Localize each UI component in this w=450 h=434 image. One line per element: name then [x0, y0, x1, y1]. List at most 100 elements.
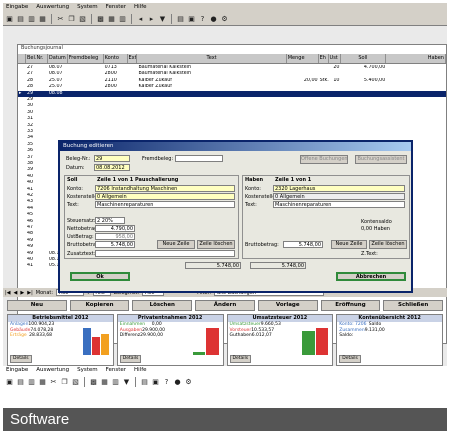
settings-icon[interactable]: ⚙	[184, 378, 193, 387]
globe-icon[interactable]: ●	[173, 378, 182, 387]
menu-fenster[interactable]: Fenster	[106, 4, 126, 11]
menu-hilfe[interactable]: Hilfe	[134, 4, 147, 11]
template-button[interactable]: Vorlage	[257, 300, 318, 311]
help-icon[interactable]: ?	[198, 14, 207, 23]
table-row[interactable]: ▸ 29 08.08	[18, 90, 446, 97]
nav-prev-icon[interactable]: ◀	[14, 290, 18, 296]
col-datum[interactable]: Datum	[48, 54, 68, 63]
menu-eingabe[interactable]: Eingabe	[6, 367, 28, 374]
col-belnr[interactable]: Bel.Nr.	[26, 54, 48, 63]
copy-icon[interactable]: ❐	[60, 378, 69, 387]
table-row[interactable]: 30	[18, 103, 446, 109]
table-row[interactable]: 28 25.07 2800 Kälber Zukauf	[18, 84, 446, 90]
fremdbeleg-field[interactable]	[175, 155, 223, 162]
new-icon[interactable]: ▣	[5, 14, 14, 23]
menu-system[interactable]: System	[77, 4, 98, 11]
filter-icon[interactable]: ▼	[122, 378, 131, 387]
ok-button[interactable]: Ok	[70, 272, 130, 281]
beleg-field[interactable]: 29	[94, 155, 130, 162]
opening-button[interactable]: Eröffnung	[320, 300, 381, 311]
zusatz-field[interactable]	[95, 250, 235, 257]
details-button[interactable]: Details	[229, 355, 252, 363]
col-soll[interactable]: Soll	[341, 54, 387, 63]
menu-auswertung[interactable]: Auswertung	[36, 367, 69, 374]
table-row[interactable]: 32	[18, 123, 446, 129]
menu-auswertung[interactable]: Auswertung	[36, 4, 69, 11]
details-button[interactable]: Details	[119, 355, 142, 363]
ust-field[interactable]: 958,00	[95, 233, 135, 240]
copy-button[interactable]: Kopieren	[69, 300, 130, 311]
table-row[interactable]: 33	[18, 129, 446, 135]
close-button[interactable]: Schließen	[383, 300, 444, 311]
settings-icon[interactable]: ⚙	[220, 14, 229, 23]
cancel-button[interactable]: Abbrechen	[336, 272, 406, 281]
folder-icon[interactable]: ▣	[151, 378, 160, 387]
doc-icon[interactable]: ▤	[176, 14, 185, 23]
menu-eingabe[interactable]: Eingabe	[6, 4, 28, 11]
datum-field[interactable]: 08.08.2012	[94, 164, 130, 171]
calc-icon[interactable]: ▩	[89, 378, 98, 387]
table-icon[interactable]: ▦	[100, 378, 109, 387]
soll-kst-field[interactable]: 0 Allgemein	[95, 193, 235, 200]
col-ext[interactable]: Ext	[128, 54, 138, 63]
calc-icon[interactable]: ▩	[96, 14, 105, 23]
nav-first-icon[interactable]: |◀	[5, 290, 11, 296]
haben-new-line-button[interactable]: Neue Zeile	[331, 240, 367, 249]
menu-system[interactable]: System	[77, 367, 98, 374]
cut-icon[interactable]: ✂	[49, 378, 58, 387]
table-row[interactable]: 27 08.07 2800 Baumaterial Kalkstein	[18, 71, 446, 77]
table-row[interactable]: 31	[18, 116, 446, 122]
booking-assistant-button[interactable]: Buchungsassistent	[355, 155, 407, 164]
haben-delete-line-button[interactable]: Zeile löschen	[369, 240, 407, 249]
details-button[interactable]: Details	[339, 355, 361, 363]
table-row[interactable]: 27 08.07 0713 Baumaterial Kalkstein 20 4.700,…	[18, 65, 446, 71]
soll-text-field[interactable]: Maschinenreparaturen	[95, 201, 235, 208]
nav-next-icon[interactable]: ▶	[20, 290, 24, 296]
col-konto[interactable]: Konto	[104, 54, 128, 63]
col-ust[interactable]: Ust	[329, 54, 341, 63]
haben-kst-field[interactable]: 0 Allgemein	[273, 193, 405, 200]
globe-icon[interactable]: ●	[209, 14, 218, 23]
col-fremdbeleg[interactable]: Fremdbeleg	[68, 54, 104, 63]
open-icon[interactable]: ▤	[16, 14, 25, 23]
soll-konto-field[interactable]: 7206 Instandhaltung Maschinen	[95, 185, 235, 192]
soll-new-line-button[interactable]: Neue Zeile	[157, 240, 195, 249]
chart-icon[interactable]: ▥	[111, 378, 120, 387]
delete-button[interactable]: Löschen	[132, 300, 193, 311]
save-icon[interactable]: ▥	[27, 378, 36, 387]
haben-text-field[interactable]: Maschinenreparaturen	[273, 201, 405, 208]
open-icon[interactable]: ▤	[16, 378, 25, 387]
haben-brutto-field[interactable]: 5.748,00	[283, 241, 323, 248]
details-button[interactable]: Details	[10, 355, 32, 363]
haben-konto-field[interactable]: 2320 Lagerhaus	[273, 185, 405, 192]
netto-field[interactable]: 4.790,00	[95, 225, 135, 232]
table-row[interactable]: 29	[18, 97, 446, 103]
col-haben[interactable]: Haben	[386, 54, 446, 63]
save-icon[interactable]: ▥	[27, 14, 36, 23]
soll-delete-line-button[interactable]: Zeile löschen	[197, 240, 235, 249]
brutto-field[interactable]: 5.748,00	[95, 241, 135, 248]
cut-icon[interactable]: ✂	[56, 14, 65, 23]
paste-icon[interactable]: ▧	[71, 378, 80, 387]
table-icon[interactable]: ▦	[107, 14, 116, 23]
help-icon[interactable]: ?	[162, 378, 171, 387]
chart-icon[interactable]: ▥	[118, 14, 127, 23]
col-eh[interactable]: Eh	[319, 54, 329, 63]
new-icon[interactable]: ▣	[5, 378, 14, 387]
folder-icon[interactable]: ▣	[187, 14, 196, 23]
print-icon[interactable]: ▦	[38, 378, 47, 387]
nav-first-icon[interactable]: ◂	[136, 14, 145, 23]
doc-icon[interactable]: ▤	[140, 378, 149, 387]
table-row[interactable]: 28 25.07 2110 Kälber Zukauf 20,00 Stk. 10 5.400…	[18, 78, 446, 84]
paste-icon[interactable]: ▧	[78, 14, 87, 23]
col-text[interactable]: Text	[137, 54, 287, 63]
table-row[interactable]: 30	[18, 110, 446, 116]
print-icon[interactable]: ▦	[38, 14, 47, 23]
edit-button[interactable]: Ändern	[195, 300, 255, 311]
menu-hilfe[interactable]: Hilfe	[134, 367, 147, 374]
col-menge[interactable]: Menge	[287, 54, 319, 63]
filter-icon[interactable]: ▼	[158, 14, 167, 23]
copy-icon[interactable]: ❐	[67, 14, 76, 23]
nav-last-icon[interactable]: ▶|	[27, 290, 33, 296]
steuer-field[interactable]: 2 20%	[95, 217, 125, 224]
